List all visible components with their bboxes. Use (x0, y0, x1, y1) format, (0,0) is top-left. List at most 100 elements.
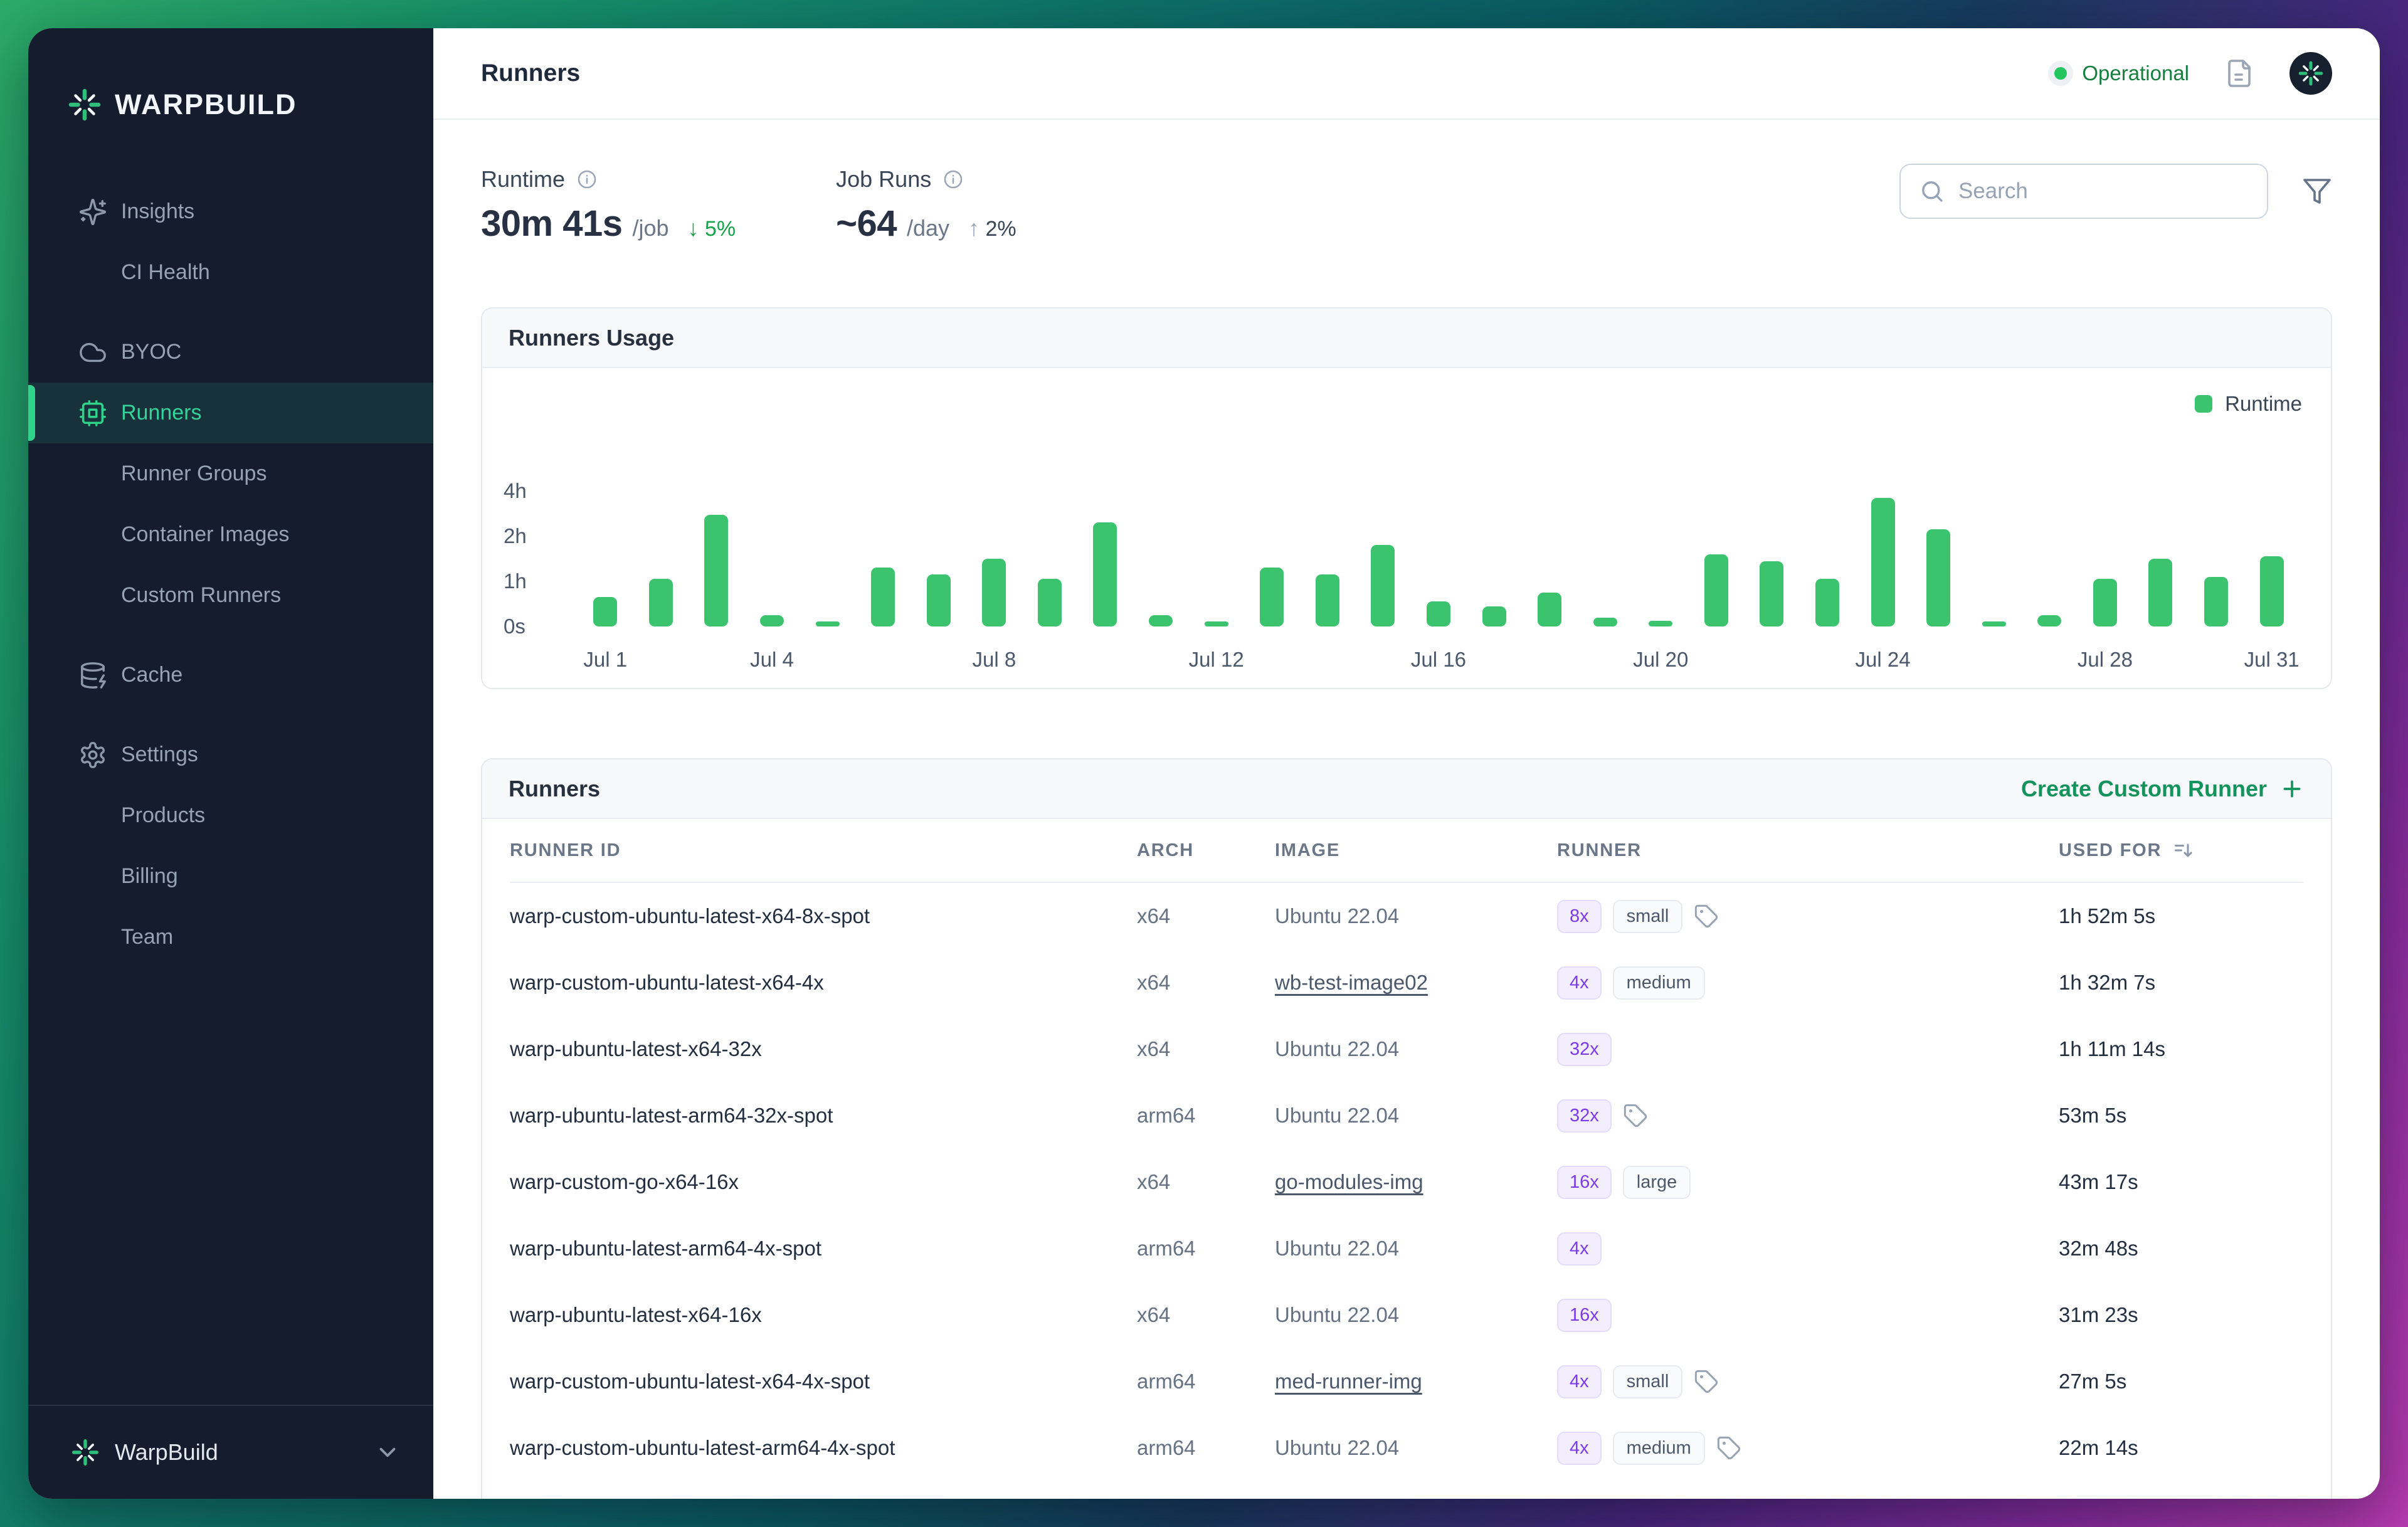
sidebar-item-settings[interactable]: Settings (28, 724, 433, 785)
runtime-bar[interactable] (2037, 615, 2062, 626)
legend-swatch-icon (2195, 395, 2213, 413)
runner-cell: 16x (1557, 1298, 2059, 1332)
arch-cell: arm64 (1137, 1370, 1196, 1393)
runtime-bar[interactable] (1593, 617, 1617, 626)
runtime-bar[interactable] (1871, 497, 1895, 626)
chart-bar-slot (1022, 491, 1078, 626)
runtime-bar[interactable] (1315, 574, 1339, 626)
runtime-bar[interactable] (1037, 579, 1062, 626)
runner-id-cell: warp-ubuntu-latest-x64-32x (510, 1037, 762, 1060)
search-box[interactable] (1899, 164, 2268, 219)
runner-cell: 8x small (1557, 899, 2059, 933)
stat-label: Job Runs (836, 166, 932, 192)
chart-bar-slot (1077, 491, 1133, 626)
runtime-bar[interactable] (1371, 545, 1395, 626)
runtime-bar[interactable] (1482, 606, 1506, 626)
chart-legend[interactable]: Runtime (2195, 392, 2302, 416)
runtime-bar[interactable] (1093, 522, 1117, 626)
sidebar-item-ci-health[interactable]: CI Health (28, 242, 433, 303)
sidebar-item-runners[interactable]: Runners (28, 383, 433, 443)
runtime-bar[interactable] (871, 568, 895, 626)
search-input[interactable] (1958, 179, 2248, 204)
table-row[interactable]: warp-custom-ubuntu-latest-x64-4x-spot arm… (510, 1348, 2303, 1415)
runtime-bar[interactable] (2204, 576, 2229, 626)
info-icon[interactable] (576, 169, 598, 190)
runtime-bar[interactable] (926, 574, 951, 626)
runtime-bar[interactable] (704, 514, 729, 626)
status-label: Operational (2082, 61, 2189, 85)
filter-icon[interactable] (2302, 176, 2332, 206)
database-zap-icon (78, 661, 107, 690)
topbar: Runners Operational (433, 28, 2380, 120)
sort-descending-icon[interactable] (2173, 839, 2195, 862)
sidebar-item-products[interactable]: Products (28, 785, 433, 846)
page-title: Runners (481, 60, 581, 87)
runtime-bar[interactable] (1538, 593, 1562, 626)
stats-row: Runtime 30m 41s /job ↓ 5% Job Runs ~64 /… (481, 164, 2332, 245)
logo-text: WARPBUILD (115, 88, 297, 120)
image-cell: med-runner-img (1275, 1370, 1557, 1393)
status-badge[interactable]: Operational (2054, 61, 2189, 85)
runtime-bar[interactable] (760, 615, 784, 626)
runtime-bar[interactable] (1649, 621, 1673, 626)
chart-bar-slot: Jul 4 (744, 491, 800, 671)
runtime-bar[interactable] (1426, 601, 1450, 626)
runtime-bar[interactable] (1982, 621, 2006, 626)
avatar[interactable] (2289, 52, 2332, 95)
sidebar-item-label: Cache (121, 663, 183, 687)
sidebar-item-cache[interactable]: Cache (28, 645, 433, 705)
sidebar-item-container-images[interactable]: Container Images (28, 504, 433, 565)
sidebar-item-billing[interactable]: Billing (28, 846, 433, 907)
runtime-bar[interactable] (2093, 579, 2117, 626)
runtime-bar[interactable] (648, 579, 673, 626)
y-axis-tick-label: 0s (504, 615, 525, 638)
runtime-bar[interactable] (815, 621, 840, 626)
create-custom-runner-button[interactable]: Create Custom Runner (2021, 776, 2305, 802)
arch-cell: x64 (1137, 971, 1171, 994)
arrow-down-icon: ↓ (687, 215, 699, 241)
runtime-bar[interactable] (1204, 621, 1228, 626)
table-row[interactable]: warp-ubuntu-latest-arm64-4x-spot arm64 Ubu… (510, 1215, 2303, 1282)
image-link[interactable]: go-modules-img (1275, 1170, 1423, 1193)
docs-icon[interactable] (2224, 58, 2254, 88)
stat-unit: /job (632, 215, 669, 241)
table-card-header: Runners Create Custom Runner (482, 759, 2331, 819)
runtime-bar[interactable] (1815, 579, 1839, 626)
table-row[interactable]: warp-custom-ubuntu-latest-arm64-4x-spot a… (510, 1415, 2303, 1481)
sidebar: WARPBUILD Insights CI Health BYOC Runners Ru… (28, 28, 433, 1499)
col-runner: RUNNER (1557, 840, 1642, 860)
table-row[interactable]: warp-ubuntu-latest-x64-32x x64 Ubuntu 22.0… (510, 1016, 2303, 1082)
chart-bar-slot (633, 491, 689, 626)
runtime-bar[interactable] (1926, 529, 1951, 626)
image-link[interactable]: med-runner-img (1275, 1370, 1422, 1393)
sidebar-item-runner-groups[interactable]: Runner Groups (28, 443, 433, 504)
sidebar-item-label: Team (121, 925, 174, 949)
chart-bar-slot: Jul 31 (2244, 491, 2300, 671)
runtime-bar[interactable] (2259, 556, 2284, 626)
runtime-bar[interactable] (1704, 554, 1728, 626)
size-badge: small (1612, 1365, 1683, 1398)
table-row[interactable]: warp-custom-ubuntu-latest-x64-8x-spot x64… (510, 883, 2303, 949)
table-row[interactable]: warp-ubuntu-latest-x64-16x x64 Ubuntu 22.0… (510, 1282, 2303, 1348)
runtime-bar[interactable] (1260, 568, 1284, 626)
sidebar-item-team[interactable]: Team (28, 907, 433, 968)
runtime-bar[interactable] (982, 559, 1006, 626)
x-axis-tick-label: Jul 31 (2244, 648, 2300, 671)
runtime-bar[interactable] (593, 597, 618, 626)
table-row[interactable]: warp-custom-ubuntu-latest-x64-4x x64 wb-te… (510, 949, 2303, 1016)
runner-id-cell: warp-custom-ubuntu-latest-x64-8x-spot (510, 904, 870, 927)
used-for-cell: 1h 52m 5s (2059, 904, 2156, 927)
table-row[interactable]: warp-ubuntu-latest-arm64-32x-spot arm64 Ub… (510, 1082, 2303, 1149)
cpu-badge: 4x (1557, 1431, 1602, 1465)
runtime-bar[interactable] (2148, 559, 2173, 626)
table-row[interactable]: warp-custom-go-x64-16x x64 go-modules-img 1… (510, 1149, 2303, 1215)
runtime-bar[interactable] (1149, 615, 1173, 626)
org-switcher[interactable]: WarpBuild (28, 1405, 433, 1499)
sidebar-item-custom-runners[interactable]: Custom Runners (28, 565, 433, 626)
info-icon[interactable] (943, 169, 964, 190)
sidebar-item-byoc[interactable]: BYOC (28, 322, 433, 383)
sidebar-item-insights[interactable]: Insights (28, 181, 433, 242)
image-link[interactable]: wb-test-image02 (1275, 971, 1428, 994)
runtime-bar[interactable] (1760, 561, 1784, 626)
chart-bar-slot (1577, 491, 1633, 626)
